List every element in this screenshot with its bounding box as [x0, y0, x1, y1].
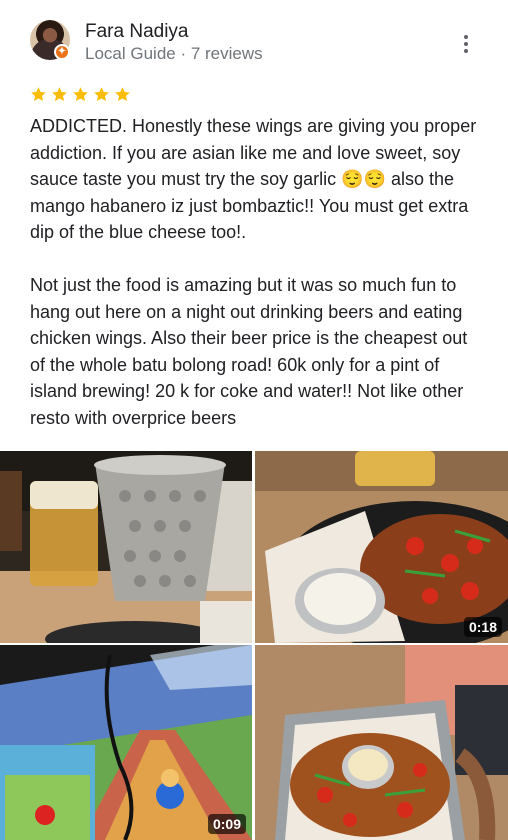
star-rating	[30, 86, 131, 103]
more-vert-icon[interactable]	[452, 30, 480, 58]
reviewer-name[interactable]: Fara Nadiya	[85, 21, 189, 43]
star-icon	[31, 87, 46, 102]
local-guide-badge-icon: ✦	[54, 44, 70, 60]
review-photo-1[interactable]	[0, 451, 252, 643]
star-icon	[73, 87, 88, 102]
video-duration: 0:09	[207, 814, 246, 834]
reviewer-meta: Local Guide · 7 reviews	[85, 44, 263, 63]
review-photo-2[interactable]: 0:18	[255, 451, 508, 643]
star-icon	[52, 87, 67, 102]
review-text: ADDICTED. Honestly these wings are givin…	[30, 116, 477, 428]
review-photo-4[interactable]	[255, 645, 508, 840]
review-photo-3[interactable]: 0:09	[0, 645, 252, 840]
star-icon	[115, 87, 130, 102]
video-duration: 0:18	[463, 617, 502, 637]
star-icon	[94, 87, 109, 102]
review-header: ✦ Fara Nadiya Local Guide · 7 reviews	[0, 0, 508, 80]
